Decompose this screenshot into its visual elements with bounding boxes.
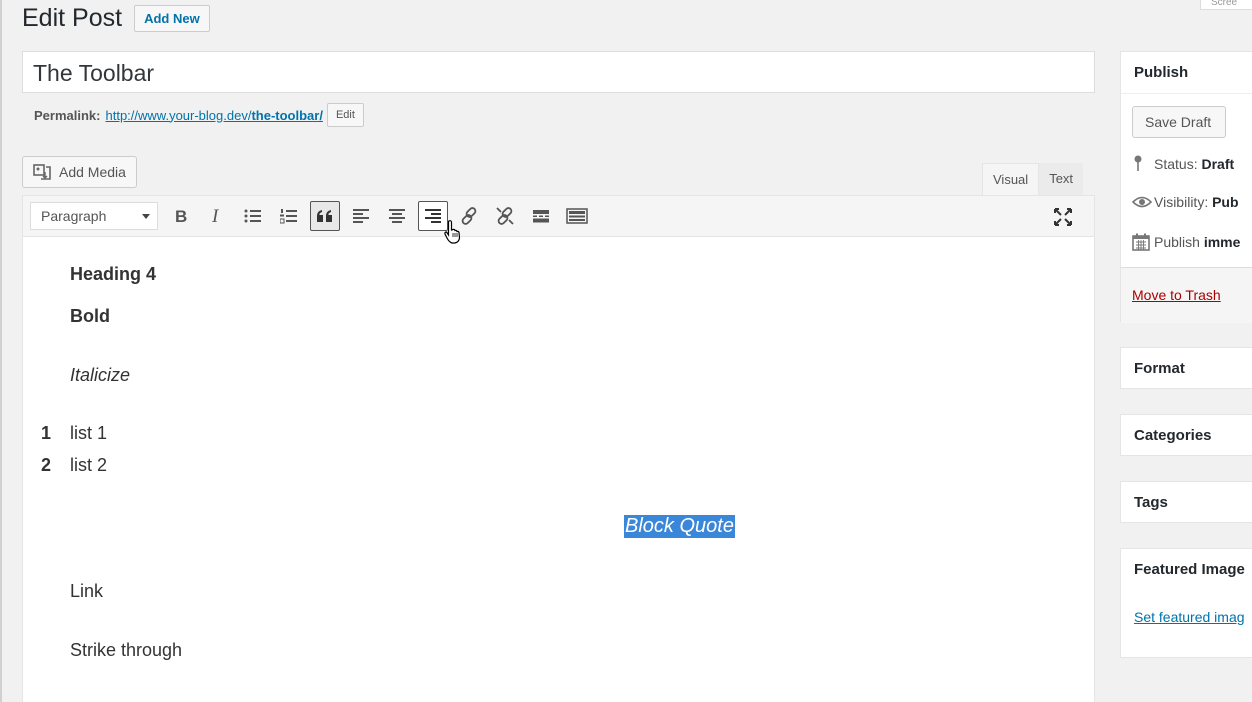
numbered-list-button[interactable]: [274, 201, 304, 231]
align-left-button[interactable]: [346, 201, 376, 231]
align-right-icon: [424, 208, 442, 224]
add-media-label: Add Media: [59, 164, 126, 180]
permalink: Permalink: http://www.your-blog.dev/the-…: [34, 103, 364, 127]
list-number: 1: [41, 423, 52, 443]
italic-text: Italicize: [70, 365, 131, 385]
eye-icon: [1132, 195, 1154, 209]
screen-options-button[interactable]: Scree: [1200, 0, 1252, 10]
svg-text:I: I: [211, 208, 220, 224]
remove-link-button[interactable]: [490, 201, 520, 231]
permalink-link[interactable]: http://www.your-blog.dev/the-toolbar/: [105, 108, 322, 123]
list-text: list 1: [70, 423, 108, 443]
publish-box: Publish Save Draft Status: Draft Visibil…: [1120, 51, 1252, 323]
move-to-trash-link[interactable]: Move to Trash: [1132, 287, 1221, 303]
featured-image-box-title[interactable]: Featured Image: [1121, 549, 1252, 591]
publish-box-title[interactable]: Publish: [1121, 52, 1252, 94]
post-title-input[interactable]: The Toolbar: [22, 51, 1095, 93]
window-edge: [0, 0, 2, 702]
hand-cursor-icon: [444, 220, 462, 249]
bulleted-list-button[interactable]: [238, 201, 268, 231]
blockquote-button[interactable]: [310, 201, 340, 231]
tags-box-title[interactable]: Tags: [1121, 482, 1252, 524]
publish-label: Publish: [1154, 234, 1200, 250]
blockquote-text: Block Quote: [624, 515, 735, 538]
categories-box: Categories: [1120, 414, 1252, 456]
list-text: list 2: [70, 455, 108, 475]
status-value: Draft: [1201, 156, 1235, 172]
format-box-title[interactable]: Format: [1121, 348, 1252, 390]
publish-date-row: Publish imme: [1132, 233, 1240, 251]
heading-4-text: Heading 4: [70, 264, 157, 284]
publish-actions: Move to Trash: [1121, 267, 1252, 323]
visibility-value: Pub: [1212, 194, 1239, 210]
permalink-base: http://www.your-blog.dev/: [105, 107, 252, 123]
editor-tabs: Visual Text: [982, 163, 1084, 195]
blockquote-icon: [316, 209, 334, 223]
tab-text[interactable]: Text: [1039, 163, 1084, 195]
media-icon: [33, 163, 53, 181]
visibility-row: Visibility: Pub: [1132, 194, 1239, 210]
toolbar-toggle-button[interactable]: [562, 201, 592, 231]
categories-box-title[interactable]: Categories: [1121, 415, 1252, 457]
list-item: 1 list 1: [41, 423, 107, 444]
italic-icon: I: [211, 208, 223, 224]
italic-button[interactable]: I: [202, 201, 232, 231]
page-header: Edit Post Add New: [22, 4, 210, 33]
toolbar-toggle-icon: [566, 208, 588, 224]
read-more-icon: [532, 209, 550, 223]
page-title: Edit Post: [22, 4, 123, 32]
bold-text: Bold: [70, 306, 110, 326]
edit-permalink-button[interactable]: Edit: [326, 103, 364, 127]
add-media-button[interactable]: Add Media: [22, 156, 137, 188]
calendar-icon: [1132, 233, 1154, 251]
bulleted-list-icon: [244, 208, 262, 224]
tags-box: Tags: [1120, 481, 1252, 523]
set-featured-image-link[interactable]: Set featured imag: [1134, 609, 1245, 625]
status-row: Status: Draft: [1132, 155, 1234, 173]
format-box: Format: [1120, 347, 1252, 389]
featured-image-box: Featured Image Set featured imag: [1120, 548, 1252, 658]
svg-text:B: B: [175, 208, 187, 224]
fullscreen-button[interactable]: [1048, 202, 1078, 232]
fullscreen-icon: [1053, 208, 1073, 226]
list-number: 2: [41, 455, 52, 475]
publish-value: imme: [1203, 234, 1241, 250]
status-label: Status:: [1154, 156, 1198, 172]
tab-visual[interactable]: Visual: [982, 163, 1040, 195]
editor-toolbar: Paragraph B I: [23, 196, 1094, 237]
editor: Paragraph B I Heading 4 Bold Italicize 1…: [22, 195, 1095, 702]
bold-icon: B: [174, 208, 188, 224]
link-text: Link: [70, 581, 104, 601]
insert-link-icon: [459, 206, 479, 226]
align-center-icon: [388, 208, 406, 224]
format-select-value: Paragraph: [41, 208, 107, 224]
strikethrough-text: Strike through: [70, 640, 183, 660]
read-more-button[interactable]: [526, 201, 556, 231]
permalink-label: Permalink:: [34, 107, 101, 123]
numbered-list-icon: [280, 208, 298, 224]
visibility-label: Visibility:: [1154, 194, 1209, 210]
bold-button[interactable]: B: [166, 201, 196, 231]
save-draft-button[interactable]: Save Draft: [1132, 106, 1226, 138]
chevron-down-icon: [141, 208, 151, 224]
align-left-icon: [352, 208, 370, 224]
pin-icon: [1132, 155, 1154, 173]
permalink-slug: the-toolbar/: [251, 107, 323, 123]
align-center-button[interactable]: [382, 201, 412, 231]
remove-link-icon: [495, 206, 515, 226]
list-item: 2 list 2: [41, 455, 107, 476]
add-new-button[interactable]: Add New: [134, 5, 210, 32]
format-select[interactable]: Paragraph: [30, 202, 158, 230]
